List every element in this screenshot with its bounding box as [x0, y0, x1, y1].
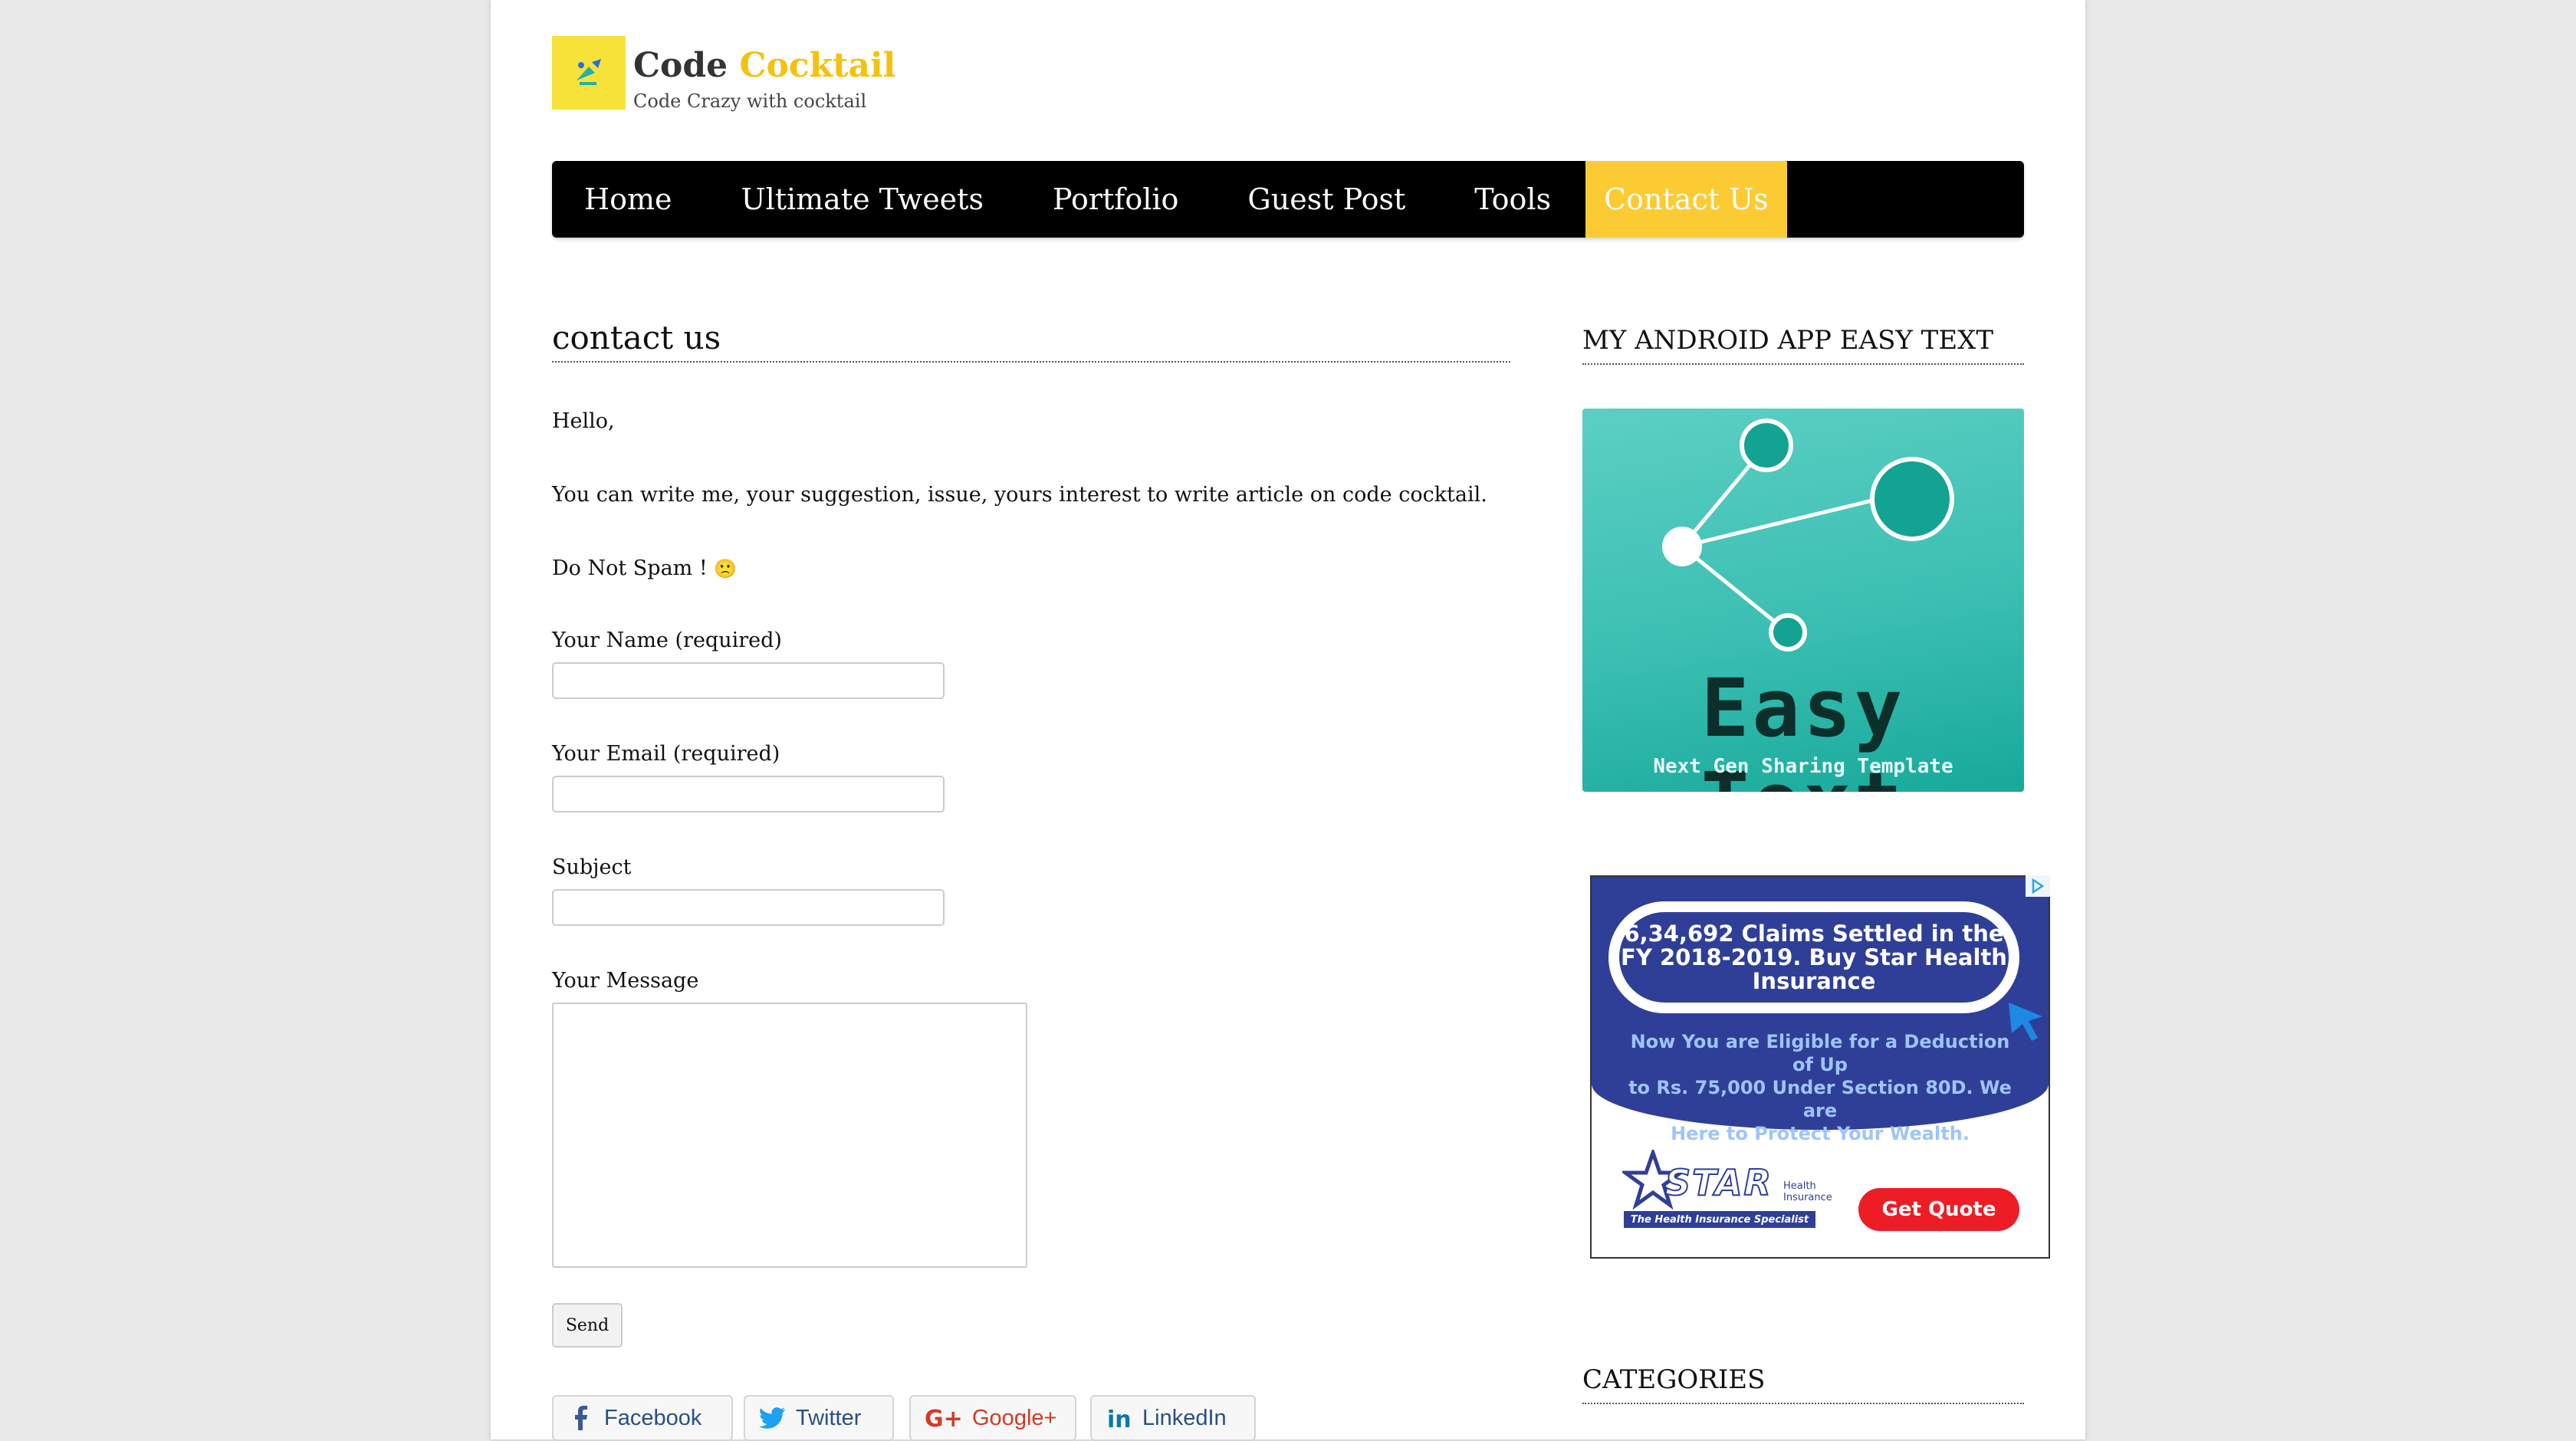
svg-text:G+: G+ [925, 1407, 963, 1430]
ad-brand-tagline: The Health Insurance Specialist [1624, 1211, 1815, 1228]
ad-body-text: Now You are Eligible for a Deduction of … [1628, 1031, 2012, 1144]
logo-icon [577, 59, 601, 85]
share-facebook-button[interactable]: Facebook [552, 1395, 733, 1441]
name-field[interactable] [552, 662, 945, 699]
star-health-ad[interactable]: 6,34,692 Claims Settled in the FY 2018-2… [1590, 875, 2050, 1259]
share-googleplus-button[interactable]: G+ Google+ [909, 1395, 1076, 1441]
site-logo[interactable] [552, 36, 626, 110]
nav-item-contact-us[interactable]: Contact Us [1585, 161, 1787, 238]
warning-line: Do Not Spam ! 🙁 [552, 556, 737, 580]
intro-text: You can write me, your suggestion, issue… [552, 483, 1487, 507]
share-network-icon [1662, 419, 1954, 652]
subject-field[interactable] [552, 889, 945, 926]
share-twitter-label: Twitter [796, 1405, 862, 1430]
email-label: Your Email (required) [552, 742, 780, 766]
categories-heading: CATEGORIES [1582, 1364, 2024, 1404]
svg-text:in: in [1107, 1407, 1130, 1430]
message-label: Your Message [552, 969, 699, 993]
site-title[interactable]: Code Cocktail [633, 46, 895, 85]
nav-item-tools[interactable]: Tools [1440, 161, 1585, 238]
facebook-icon [567, 1405, 593, 1431]
nav-item-portfolio[interactable]: Portfolio [1018, 161, 1213, 238]
main-nav: Home Ultimate Tweets Portfolio Guest Pos… [552, 161, 2024, 238]
twitter-icon [759, 1405, 785, 1431]
linkedin-icon: in [1106, 1405, 1132, 1431]
share-linkedin-label: LinkedIn [1142, 1405, 1227, 1430]
ad-choices-icon[interactable] [2026, 875, 2050, 897]
ad-headline: 6,34,692 Claims Settled in the FY 2018-2… [1608, 901, 2019, 1013]
name-label: Your Name (required) [552, 629, 782, 652]
site-tagline: Code Crazy with cocktail [633, 90, 867, 112]
message-textarea[interactable] [552, 1003, 1027, 1268]
star-health-logo: STAR Health Insurance The Health Insuran… [1622, 1150, 1832, 1234]
android-app-heading: MY ANDROID APP EASY TEXT [1582, 325, 2024, 365]
send-button[interactable]: Send [552, 1303, 623, 1347]
ad-brand-side: Health Insurance [1783, 1180, 1832, 1203]
easy-text-app-banner[interactable]: Easy Text Next Gen Sharing Template [1582, 409, 2024, 792]
cursor-arrow-icon [2009, 1003, 2042, 1041]
get-quote-button[interactable]: Get Quote [1858, 1188, 2019, 1231]
nav-item-home[interactable]: Home [552, 161, 707, 238]
warning-text: Do Not Spam ! [552, 556, 708, 580]
page-container: Code Cocktail Code Crazy with cocktail H… [491, 0, 2085, 1441]
email-field[interactable] [552, 776, 945, 812]
google-plus-icon: G+ [925, 1405, 968, 1431]
sad-face-icon: 🙁 [714, 558, 738, 579]
ad-brand-name: STAR [1664, 1161, 1773, 1204]
share-linkedin-button[interactable]: in LinkedIn [1090, 1395, 1256, 1441]
nav-item-guest-post[interactable]: Guest Post [1213, 161, 1440, 238]
greeting-text: Hello, [552, 409, 615, 433]
nav-item-ultimate-tweets[interactable]: Ultimate Tweets [707, 161, 1018, 238]
share-facebook-label: Facebook [604, 1405, 702, 1430]
share-twitter-button[interactable]: Twitter [744, 1395, 894, 1441]
share-googleplus-label: Google+ [972, 1405, 1057, 1430]
site-title-part2: Cocktail [739, 46, 896, 85]
app-banner-subtitle: Next Gen Sharing Template [1653, 755, 1953, 778]
page-title: contact us [552, 319, 1510, 363]
site-title-part1: Code [633, 46, 728, 85]
subject-label: Subject [552, 855, 632, 879]
main-content: contact us Hello, You can write me, your… [552, 291, 1510, 1441]
